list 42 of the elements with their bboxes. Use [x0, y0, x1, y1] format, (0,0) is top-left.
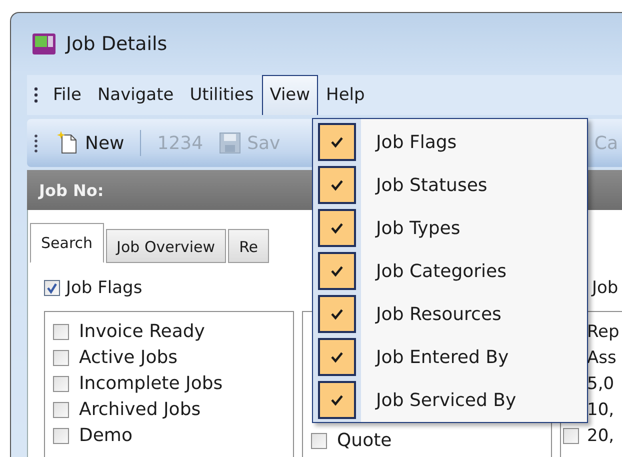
list-item: Incomplete Jobs	[79, 375, 223, 393]
group-heading: Job Flags	[66, 278, 142, 298]
list-item: 10,	[587, 402, 614, 418]
list-item: Ass	[587, 350, 616, 366]
list-item: Demo	[79, 427, 132, 445]
checkbox[interactable]	[53, 428, 69, 444]
menu-item[interactable]: Job Resources	[313, 295, 587, 333]
checkbox[interactable]	[563, 428, 579, 444]
menu-item[interactable]: File	[45, 82, 90, 108]
menu-item[interactable]: Navigate	[89, 82, 182, 108]
checkbox[interactable]	[53, 350, 69, 366]
menu-item[interactable]: Job Categories	[313, 252, 587, 290]
window-title: Job Details	[66, 33, 168, 55]
list-item: 5,0	[587, 376, 614, 392]
new-document-icon	[57, 131, 79, 155]
new-button[interactable]: New	[53, 129, 128, 157]
menu-item[interactable]: Job Types	[313, 209, 587, 247]
list-item: 20,	[587, 428, 614, 444]
checkbox[interactable]	[53, 324, 69, 340]
menu-item[interactable]: Job Entered By	[313, 338, 587, 376]
list-item: Rep	[587, 324, 620, 340]
list-item: Active Jobs	[79, 349, 178, 367]
save-icon	[219, 132, 242, 154]
checkbox[interactable]	[44, 280, 60, 296]
menu-item[interactable]: Job Statuses	[313, 166, 587, 204]
tab[interactable]: Re	[228, 229, 270, 263]
list-item: Invoice Ready	[79, 323, 205, 341]
checkbox[interactable]	[53, 402, 69, 418]
checkbox[interactable]	[53, 376, 69, 392]
menu-item[interactable]: Job Serviced By	[313, 381, 587, 419]
list-item: Archived Jobs	[79, 401, 201, 419]
tab[interactable]: Job Overview	[106, 229, 226, 263]
menu-item[interactable]: Utilities	[182, 82, 262, 108]
job-number-label: Job No:	[39, 180, 104, 200]
menu-item[interactable]: Help	[318, 82, 373, 108]
menu-item[interactable]: View	[262, 75, 318, 115]
group-heading: Job	[592, 278, 618, 298]
tab[interactable]: Search	[30, 223, 104, 263]
list-item: Quote	[337, 432, 392, 450]
app-icon	[32, 33, 56, 55]
checkbox[interactable]	[311, 433, 327, 449]
menu-item[interactable]: Job Flags	[313, 123, 587, 161]
